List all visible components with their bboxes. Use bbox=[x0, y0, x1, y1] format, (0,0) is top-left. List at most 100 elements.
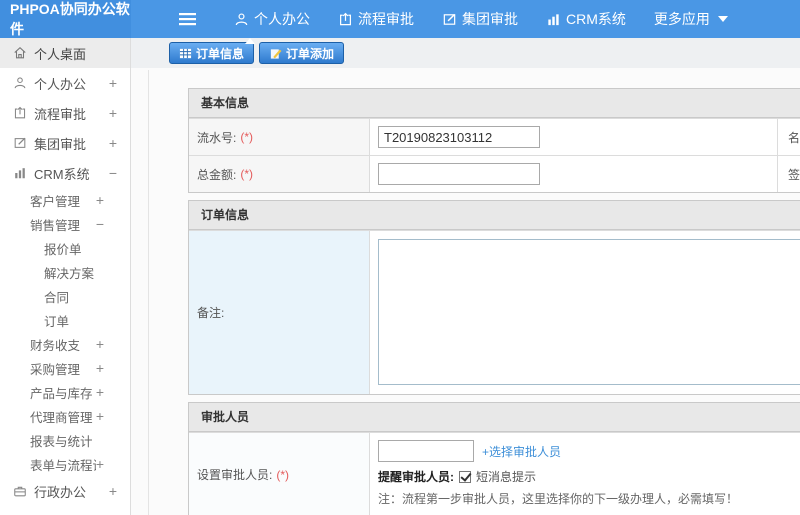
required-mark: (*) bbox=[240, 130, 254, 144]
select-approver-link[interactable]: +选择审批人员 bbox=[482, 443, 561, 460]
sidebar-item-agent-mgmt[interactable]: 代理商管理 + bbox=[0, 404, 130, 428]
sidebar-item-order[interactable]: 订单 bbox=[0, 308, 130, 332]
section-basic-info: 基本信息 流水号: (*) 名 总金额: (*) 签 bbox=[188, 88, 800, 193]
user-icon bbox=[234, 12, 249, 27]
remind-label: 提醒审批人员: bbox=[378, 470, 454, 484]
sidebar-item-finance[interactable]: 财务收支 + bbox=[0, 332, 130, 356]
form-row-approver: 设置审批人员: (*) +选择审批人员 提醒审批人员: 短消息提示 注：流程第一… bbox=[189, 432, 800, 515]
sidebar-item-label: 流程审批 bbox=[34, 106, 87, 122]
expand-plus-icon[interactable]: + bbox=[109, 135, 117, 151]
nav-item-crm[interactable]: CRM系统 bbox=[546, 9, 626, 29]
sidebar-item-reports[interactable]: 报表与统计 bbox=[0, 428, 130, 452]
nav-item-group-approval[interactable]: 集团审批 bbox=[442, 9, 518, 29]
panel-divider bbox=[148, 70, 149, 515]
sidebar-item-label: 行政办公 bbox=[34, 484, 87, 500]
sidebar: 个人桌面 个人办公 + 流程审批 + 集团审批 + CRM系统 − 客户管理 +… bbox=[0, 38, 131, 515]
workflow-icon bbox=[338, 12, 353, 27]
form-row-amount: 总金额: (*) 签 bbox=[189, 155, 800, 192]
expand-plus-icon[interactable]: + bbox=[109, 483, 117, 499]
nav-item-label: CRM系统 bbox=[566, 11, 626, 27]
sidebar-item-label: 代理商管理 bbox=[30, 410, 93, 425]
approver-input[interactable] bbox=[378, 440, 474, 462]
sidebar-item-admin-office[interactable]: 行政办公 + bbox=[0, 476, 130, 506]
edit-icon bbox=[442, 12, 457, 27]
sidebar-item-label: 个人办公 bbox=[34, 76, 87, 92]
collapse-minus-icon[interactable]: − bbox=[96, 216, 104, 232]
workflow-icon bbox=[13, 106, 27, 120]
sidebar-item-quotation[interactable]: 报价单 bbox=[0, 236, 130, 260]
sidebar-item-label: 财务收支 bbox=[30, 338, 81, 353]
sidebar-item-label: CRM系统 bbox=[34, 166, 90, 182]
form-row-serial: 流水号: (*) 名 bbox=[189, 118, 800, 155]
hamburger-menu-icon[interactable] bbox=[179, 12, 196, 26]
nav-item-more-apps[interactable]: 更多应用 bbox=[654, 9, 728, 29]
active-tab-notch bbox=[245, 38, 255, 44]
expand-plus-icon[interactable]: + bbox=[96, 192, 104, 208]
top-navbar: PHPOA协同办公软件 个人办公 流程审批 集团审批 CRM系统 更多应用 bbox=[0, 0, 800, 38]
collapse-minus-icon[interactable]: − bbox=[109, 165, 117, 181]
caret-down-icon bbox=[717, 16, 728, 22]
nav-item-label: 集团审批 bbox=[462, 11, 518, 27]
serial-input[interactable] bbox=[378, 126, 540, 148]
section-order-info: 订单信息 备注: bbox=[188, 200, 800, 395]
remark-label: 备注: bbox=[189, 231, 370, 394]
clipped-right-label: 名 bbox=[778, 119, 800, 155]
nav-item-label: 个人办公 bbox=[254, 11, 310, 27]
sidebar-item-label: 表单与流程设置 bbox=[30, 458, 96, 473]
approver-note: 注：流程第一步审批人员，这里选择你的下一级办理人，必需填写！ bbox=[378, 492, 739, 506]
sidebar-item-purchase[interactable]: 采购管理 + bbox=[0, 356, 130, 380]
sidebar-item-crm[interactable]: CRM系统 − bbox=[0, 158, 130, 188]
nav-item-label: 流程审批 bbox=[358, 11, 414, 27]
sidebar-item-label: 解决方案 bbox=[44, 266, 95, 281]
table-icon bbox=[179, 47, 192, 60]
sidebar-item-customer-mgmt[interactable]: 客户管理 + bbox=[0, 188, 130, 212]
sidebar-item-form-workflow-settings[interactable]: 表单与流程设置 + bbox=[0, 452, 130, 476]
expand-plus-icon[interactable]: + bbox=[109, 105, 117, 121]
expand-plus-icon[interactable]: + bbox=[96, 336, 104, 352]
sms-checkbox[interactable] bbox=[459, 470, 471, 483]
sidebar-item-label: 报表与统计 bbox=[30, 434, 93, 449]
required-mark: (*) bbox=[276, 467, 290, 482]
expand-plus-icon[interactable]: + bbox=[96, 360, 104, 376]
sidebar-item-label: 产品与库存 bbox=[30, 386, 93, 401]
sidebar-item-solution[interactable]: 解决方案 bbox=[0, 260, 130, 284]
tab-label: 订单添加 bbox=[286, 46, 335, 61]
remark-textarea[interactable] bbox=[378, 239, 800, 385]
sidebar-item-desktop[interactable]: 个人桌面 bbox=[0, 38, 130, 68]
expand-plus-icon[interactable]: + bbox=[96, 408, 104, 424]
add-order-icon bbox=[269, 47, 282, 60]
nav-item-workflow-approval[interactable]: 流程审批 bbox=[338, 9, 414, 29]
user-icon bbox=[13, 76, 27, 90]
form-row-remark: 备注: bbox=[189, 230, 800, 394]
tab-order-info[interactable]: 订单信息 bbox=[169, 42, 255, 64]
section-title: 审批人员 bbox=[189, 403, 800, 432]
expand-plus-icon[interactable]: + bbox=[109, 75, 117, 91]
order-form: 基本信息 流水号: (*) 名 总金额: (*) 签 订单信息 bbox=[188, 88, 800, 515]
sidebar-item-label: 订单 bbox=[44, 314, 70, 329]
section-title: 订单信息 bbox=[189, 201, 800, 230]
sms-label: 短消息提示 bbox=[476, 470, 537, 484]
sidebar-item-label: 个人桌面 bbox=[34, 46, 87, 62]
section-approvers: 审批人员 设置审批人员: (*) +选择审批人员 提醒审批人员: 短消息提示 注… bbox=[188, 402, 800, 515]
sidebar-item-label: 合同 bbox=[44, 290, 70, 305]
sidebar-item-label: 采购管理 bbox=[30, 362, 81, 377]
bar-chart-icon bbox=[13, 166, 27, 180]
nav-menu: 个人办公 流程审批 集团审批 CRM系统 更多应用 bbox=[234, 9, 728, 29]
section-title: 基本信息 bbox=[189, 89, 800, 118]
expand-plus-icon[interactable]: + bbox=[96, 384, 104, 400]
sidebar-item-product-inventory[interactable]: 产品与库存 + bbox=[0, 380, 130, 404]
edit-icon bbox=[13, 136, 27, 150]
amount-input[interactable] bbox=[378, 163, 540, 185]
home-icon bbox=[13, 46, 27, 60]
sidebar-item-label: 客户管理 bbox=[30, 194, 81, 209]
sidebar-item-contract[interactable]: 合同 bbox=[0, 284, 130, 308]
sidebar-item-sales-mgmt[interactable]: 销售管理 − bbox=[0, 212, 130, 236]
tab-order-add[interactable]: 订单添加 bbox=[259, 42, 345, 64]
sidebar-item-workflow-approval[interactable]: 流程审批 + bbox=[0, 98, 130, 128]
nav-item-personal-office[interactable]: 个人办公 bbox=[234, 9, 310, 29]
clipped-right-label: 签 bbox=[778, 156, 800, 192]
expand-plus-icon[interactable]: + bbox=[96, 456, 104, 472]
sidebar-item-group-approval[interactable]: 集团审批 + bbox=[0, 128, 130, 158]
approver-label: 设置审批人员: (*) bbox=[189, 433, 370, 515]
sidebar-item-personal-office[interactable]: 个人办公 + bbox=[0, 68, 130, 98]
